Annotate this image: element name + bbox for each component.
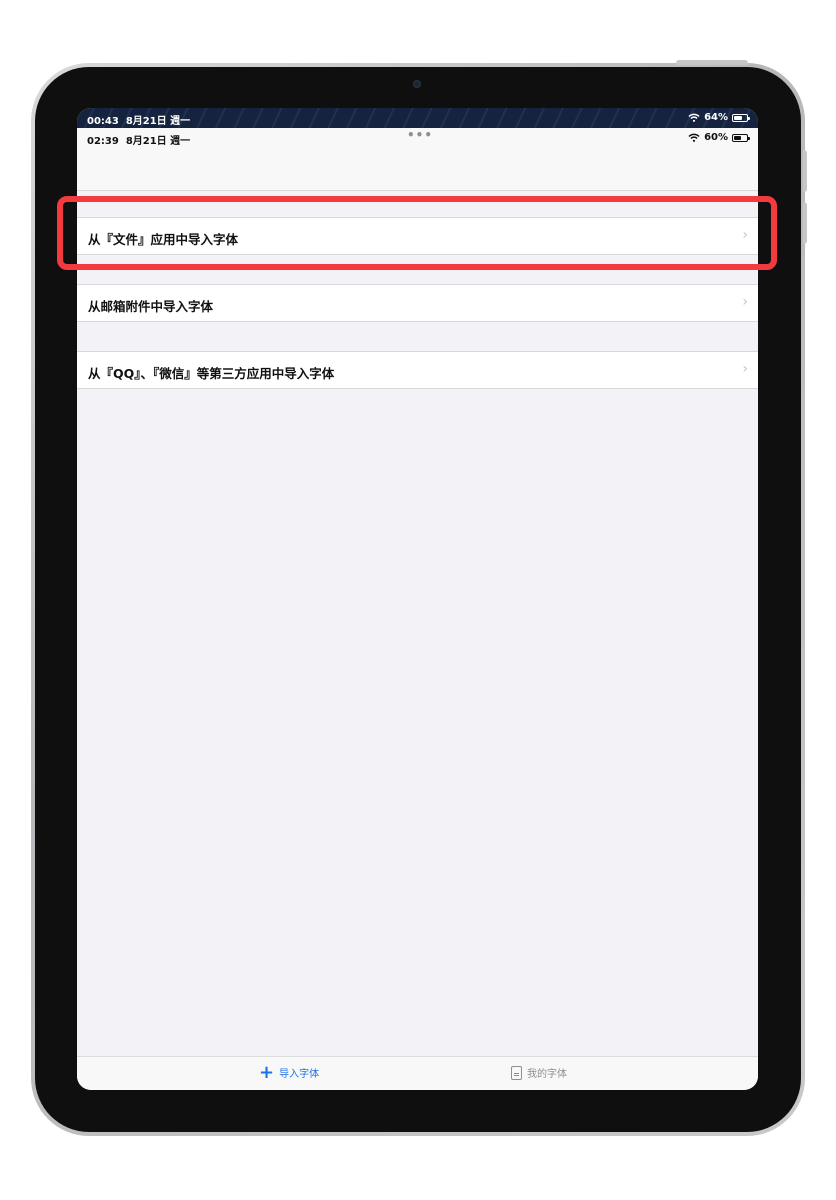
inner-header: 02:39 8月21日 週一 ••• 60% [77, 128, 758, 191]
list-item-import-from-mail[interactable]: 从邮箱附件中导入字体 › [77, 285, 758, 321]
outer-time: 00:43 [87, 116, 119, 127]
tab-import-label: 导入字体 [279, 1069, 320, 1080]
plus-icon: + [259, 1061, 275, 1083]
inner-time: 02:39 [87, 136, 119, 147]
inner-date: 8月21日 週一 [125, 136, 191, 147]
top-button [676, 60, 748, 65]
battery-icon [732, 113, 750, 122]
outer-date: 8月21日 週一 [125, 116, 191, 127]
volume-up-button [803, 150, 807, 192]
highlight-annotation-box [57, 196, 777, 270]
import-option-group-2: 从邮箱附件中导入字体 › [77, 284, 758, 322]
battery-icon [732, 133, 750, 142]
wifi-icon [688, 113, 700, 122]
inner-status-right: 60% [688, 132, 750, 143]
inner-status-bar: 02:39 8月21日 週一 ••• 60% [77, 128, 758, 147]
tab-my-fonts[interactable]: 我的字体 [511, 1065, 567, 1080]
volume-down-button [803, 202, 807, 244]
outer-status-right: 64% [688, 112, 750, 123]
inner-status-time-date: 02:39 8月21日 週一 [87, 132, 190, 147]
tab-bar: + 导入字体 我的字体 [77, 1056, 758, 1090]
chevron-right-icon: › [742, 294, 748, 310]
outer-status-time-date: 00:43 8月21日 週一 [87, 112, 190, 127]
tab-mine-label: 我的字体 [527, 1069, 567, 1080]
outer-battery-percent: 64% [704, 112, 728, 123]
list-item-import-from-third-party[interactable]: 从『QQ』、『微信』等第三方应用中导入字体 › [77, 352, 758, 388]
list-item-label: 从『QQ』、『微信』等第三方应用中导入字体 [88, 366, 335, 381]
tab-import-fonts[interactable]: + 导入字体 [259, 1061, 320, 1083]
wifi-icon [688, 133, 700, 142]
document-icon [511, 1065, 522, 1080]
list-item-label: 从邮箱附件中导入字体 [88, 299, 214, 314]
inner-battery-percent: 60% [704, 132, 728, 143]
outer-status-bar: 00:43 8月21日 週一 64% [77, 108, 758, 128]
import-option-group-3: 从『QQ』、『微信』等第三方应用中导入字体 › [77, 351, 758, 389]
chevron-right-icon: › [742, 361, 748, 377]
camera [413, 80, 421, 88]
multitasking-dots-icon[interactable]: ••• [407, 128, 433, 142]
